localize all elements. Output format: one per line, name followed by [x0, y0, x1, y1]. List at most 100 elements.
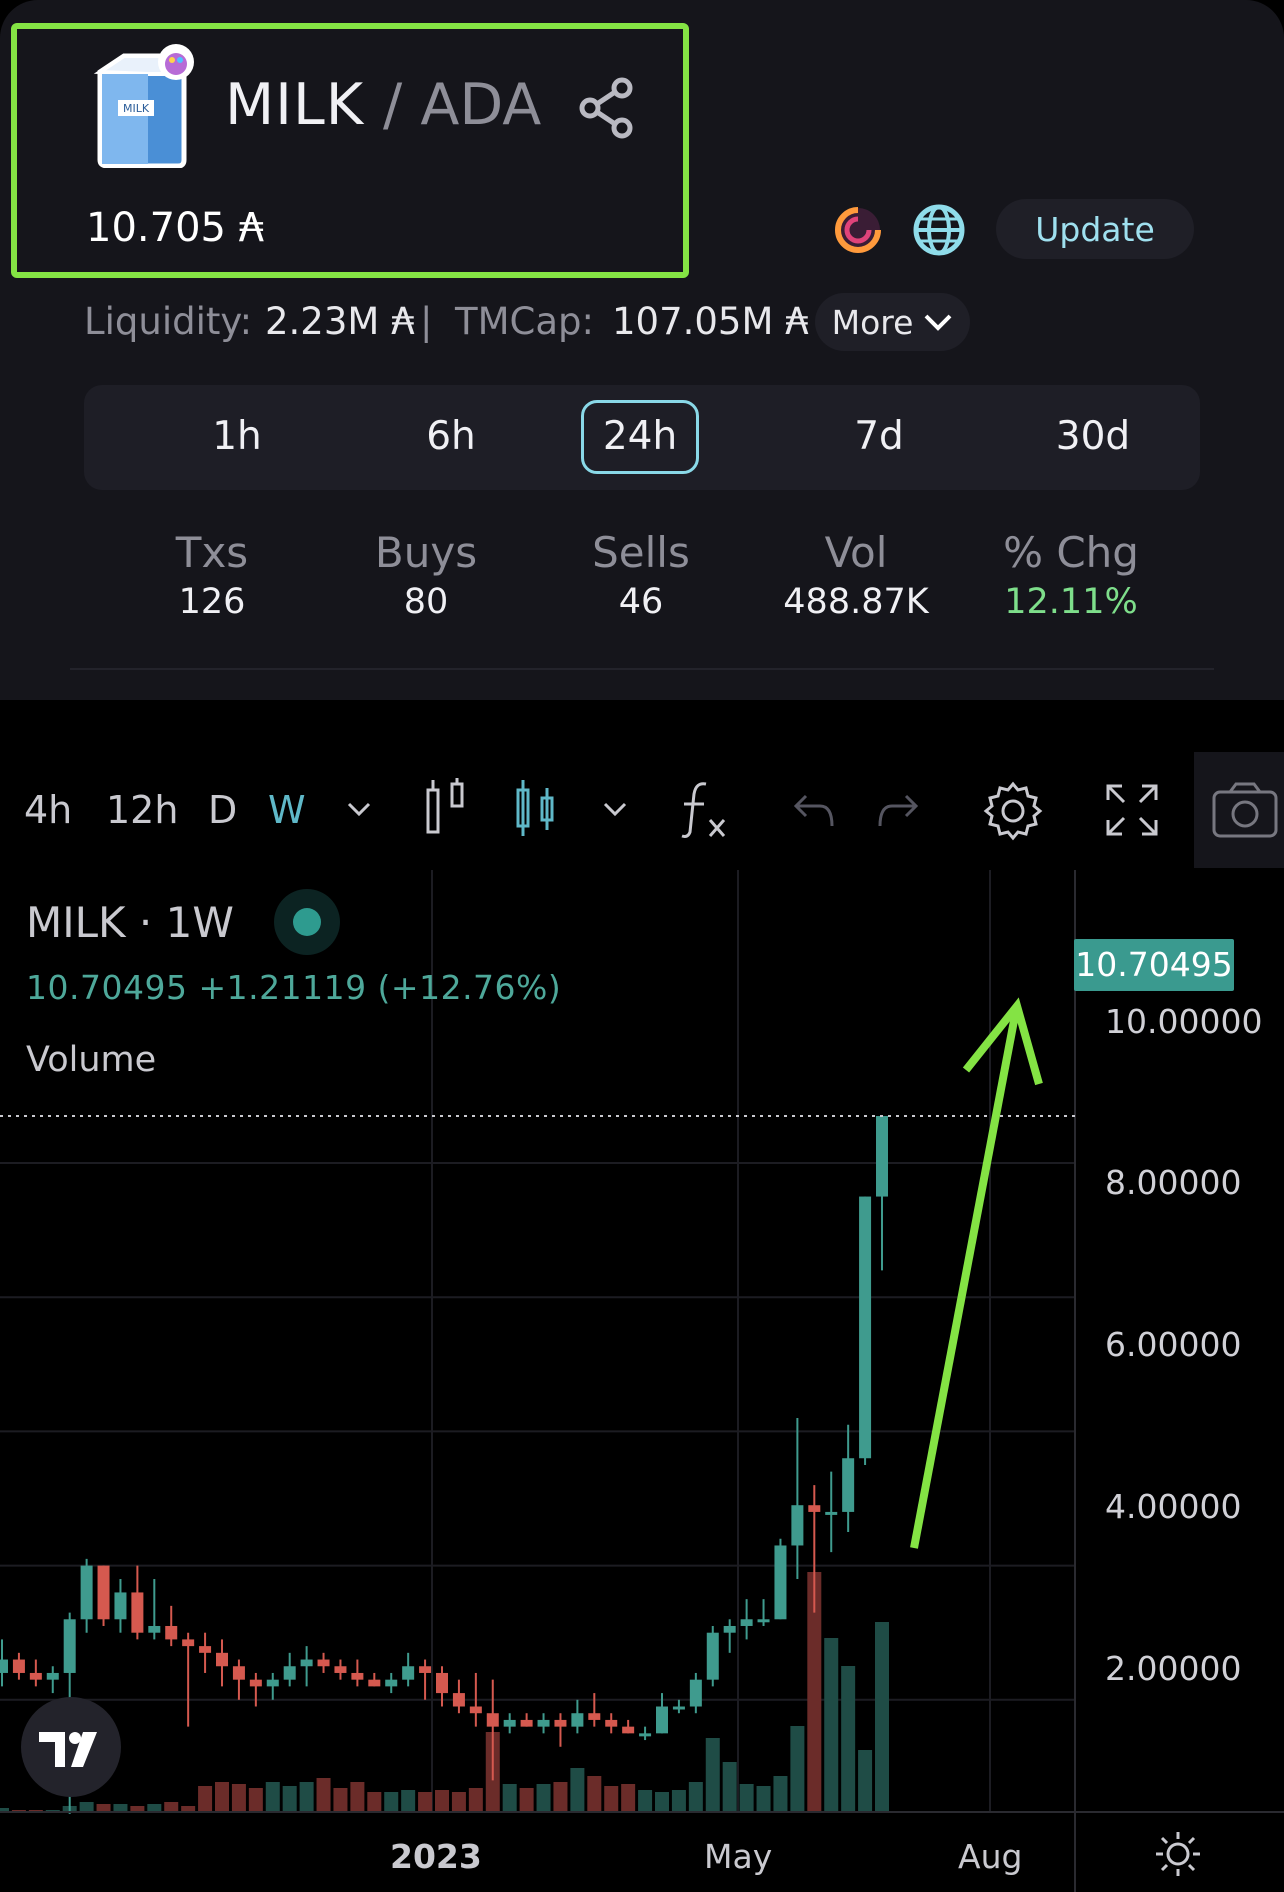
- metric-label: Sells: [592, 528, 690, 577]
- volume-bar: [215, 1782, 229, 1812]
- candle-body: [622, 1726, 635, 1734]
- volume-bar: [435, 1790, 449, 1812]
- annotation-arrow: [910, 997, 1043, 1549]
- volume-bar: [147, 1804, 162, 1812]
- metric-value: 46: [618, 582, 664, 622]
- timeframe-1h[interactable]: 1h: [178, 400, 296, 474]
- candle-body: [537, 1719, 550, 1727]
- candle-body: [232, 1666, 245, 1680]
- volume-bar: [164, 1802, 179, 1812]
- candle-body: [706, 1632, 719, 1680]
- candle-body: [419, 1666, 432, 1673]
- update-button[interactable]: Update: [996, 199, 1194, 259]
- volume-bar: [198, 1786, 213, 1812]
- share-icon[interactable]: [578, 76, 634, 140]
- candle-body: [0, 1659, 8, 1673]
- candle-body: [12, 1659, 25, 1673]
- volume-bar: [418, 1792, 433, 1812]
- undo-icon[interactable]: [792, 790, 836, 834]
- x-tick-label: Aug: [958, 1837, 1023, 1876]
- candle-body: [842, 1458, 855, 1512]
- candle-body: [334, 1666, 347, 1673]
- volume-bar: [401, 1790, 416, 1812]
- metric-value: 80: [403, 582, 449, 622]
- price-chart[interactable]: [0, 870, 1284, 1892]
- metric-vol: Vol 488.87K: [756, 530, 956, 623]
- candle-body: [469, 1706, 482, 1714]
- candle-body: [148, 1625, 161, 1633]
- volume-bar: [841, 1666, 856, 1812]
- candle-body: [825, 1511, 838, 1515]
- indicators-icon[interactable]: [680, 780, 730, 844]
- dex-icon[interactable]: [833, 205, 883, 255]
- candle-body: [689, 1679, 702, 1707]
- chart-type-dropdown-icon[interactable]: [602, 800, 628, 822]
- interval-4h[interactable]: 4h: [24, 788, 72, 832]
- timeframe-6h[interactable]: 6h: [392, 400, 510, 474]
- candle-body: [385, 1679, 398, 1687]
- token-logo: MILK: [88, 42, 198, 169]
- globe-icon[interactable]: [912, 203, 966, 257]
- metric-value: 488.87K: [783, 582, 929, 622]
- candle-body: [131, 1592, 144, 1633]
- candle-body: [791, 1505, 804, 1546]
- bars-chart-icon[interactable]: [424, 778, 468, 840]
- volume-bar: [451, 1792, 466, 1812]
- interval-12h[interactable]: 12h: [106, 788, 178, 832]
- more-button[interactable]: More: [815, 293, 970, 351]
- timeframe-7d[interactable]: 7d: [820, 400, 938, 474]
- volume-bar: [604, 1786, 619, 1812]
- candle-body: [808, 1505, 821, 1512]
- y-tick-label: 10.00000: [1105, 1002, 1263, 1041]
- volume-bar: [773, 1776, 788, 1812]
- volume-bar: [570, 1768, 585, 1812]
- candle-body: [317, 1659, 330, 1667]
- volume-bar: [858, 1750, 873, 1812]
- candle-body: [97, 1565, 110, 1620]
- fullscreen-icon[interactable]: [1104, 782, 1160, 842]
- volume-bar: [299, 1782, 314, 1812]
- candle-body: [554, 1719, 567, 1727]
- volume-bar: [502, 1784, 517, 1812]
- theme-toggle-icon[interactable]: [1154, 1830, 1202, 1882]
- volume-bar: [638, 1790, 653, 1812]
- candle-body: [740, 1619, 753, 1626]
- interval-dropdown-icon[interactable]: [346, 800, 372, 822]
- timeframe-selector: 1h 6h 24h 7d 30d: [84, 385, 1200, 490]
- metric-value: 12.11%: [1004, 582, 1138, 622]
- metric-sells: Sells 46: [541, 528, 741, 623]
- candle-body: [216, 1652, 228, 1667]
- visibility-toggle-icon[interactable]: [274, 889, 340, 955]
- candle-body: [774, 1545, 787, 1620]
- quote-symbol: / ADA: [383, 72, 542, 138]
- candle-body: [114, 1592, 127, 1620]
- candle-body: [520, 1719, 533, 1727]
- timeframe-30d[interactable]: 30d: [1034, 400, 1152, 474]
- volume-bar: [79, 1802, 94, 1812]
- interval-d[interactable]: D: [208, 788, 237, 832]
- chart-grid: [0, 870, 1075, 1812]
- x-tick-label: May: [704, 1837, 773, 1876]
- interval-w[interactable]: W: [268, 788, 306, 832]
- chevron-down-icon: [924, 314, 952, 331]
- candle-body: [588, 1713, 601, 1720]
- candle-body: [199, 1646, 212, 1653]
- candles-chart-icon[interactable]: [514, 778, 558, 844]
- last-price-tag: 10.70495: [1074, 939, 1234, 991]
- volume-bar: [756, 1786, 771, 1812]
- metric-label: Buys: [374, 528, 478, 577]
- settings-gear-icon[interactable]: [982, 780, 1044, 846]
- tradingview-logo[interactable]: [21, 1697, 121, 1797]
- candle-body: [656, 1706, 668, 1734]
- candle-body: [368, 1679, 381, 1687]
- redo-icon[interactable]: [876, 790, 920, 834]
- volume-bar: [350, 1782, 365, 1812]
- liquidity-label: Liquidity:: [84, 300, 253, 343]
- timeframe-24h[interactable]: 24h: [581, 400, 699, 474]
- volume-bar: [333, 1788, 348, 1812]
- liquidity-value: 2.23M ₳: [265, 300, 415, 343]
- volume-bar: [367, 1792, 382, 1812]
- svg-text:MILK: MILK: [123, 102, 150, 115]
- stats-separator: |: [420, 300, 433, 343]
- camera-icon[interactable]: [1194, 752, 1284, 868]
